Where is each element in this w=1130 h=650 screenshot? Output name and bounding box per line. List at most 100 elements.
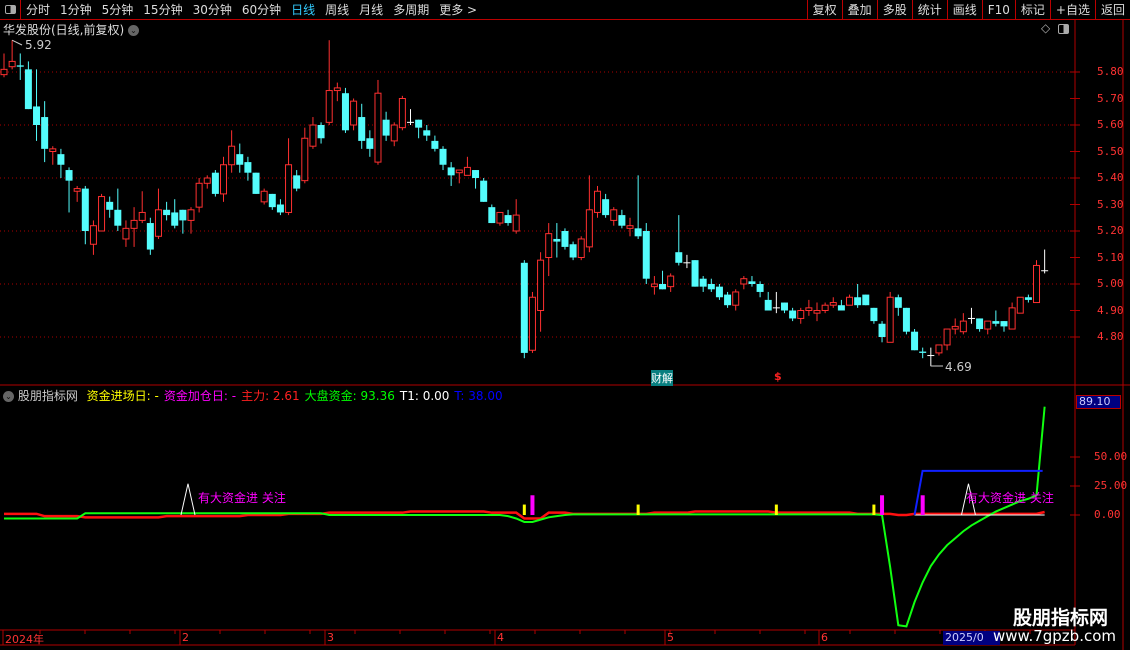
candle: [528, 291, 536, 353]
candle: [967, 307, 975, 324]
candle: [106, 196, 114, 218]
candle-body: [301, 137, 309, 182]
indicator-name[interactable]: 股朋指标网: [18, 389, 78, 403]
candle-body: [228, 145, 236, 166]
price-axis-label: 5.60: [1097, 118, 1124, 131]
candle: [1008, 302, 1016, 330]
candle-body: [618, 215, 626, 226]
candle-body: [984, 320, 992, 330]
candle-body: [553, 238, 561, 242]
chevron-down-icon[interactable]: ⌄: [3, 391, 14, 402]
candle-body: [667, 275, 675, 288]
candle-body: [24, 69, 32, 110]
time-axis-label: 2: [182, 631, 189, 644]
candle: [610, 207, 618, 226]
candle-body: [252, 172, 260, 194]
candle-body: [341, 93, 349, 131]
price-axis-label: 5.30: [1097, 197, 1124, 211]
candle-body: [106, 201, 114, 210]
candle: [520, 260, 528, 359]
entry-day-bar: [522, 504, 526, 515]
signal-text: 有大资金进 关注: [966, 491, 1054, 505]
candle-body: [398, 98, 406, 129]
candle-body: [870, 307, 878, 322]
dividend-marker[interactable]: $: [774, 370, 782, 383]
candle-body: [789, 310, 797, 319]
candle-body: [8, 60, 16, 68]
candle-body: [309, 124, 317, 147]
candle-body: [585, 209, 593, 248]
candle: [98, 193, 106, 232]
candle-body: [0, 68, 8, 76]
candle: [89, 220, 97, 255]
candle: [821, 302, 829, 314]
candle: [114, 188, 122, 231]
candle: [415, 119, 423, 139]
candle: [195, 178, 203, 213]
candle-body: [780, 302, 788, 311]
candle-body: [415, 119, 423, 128]
candle-body: [33, 106, 41, 125]
candle: [1016, 296, 1024, 314]
candle: [976, 318, 984, 332]
candle: [642, 223, 650, 284]
candle: [276, 199, 284, 216]
candle-body: [919, 351, 927, 353]
candle: [268, 193, 276, 210]
candle: [650, 276, 658, 295]
candle: [317, 122, 325, 144]
candle-body: [65, 170, 73, 181]
candle-body: [472, 170, 480, 178]
legend-item: T: 38.00: [454, 389, 503, 403]
candle-body: [447, 167, 455, 176]
candle: [667, 273, 675, 292]
candle-body: [154, 209, 162, 237]
candle-body: [122, 227, 130, 240]
watermark-url: www.7gpzb.com: [993, 627, 1116, 645]
candle: [772, 291, 780, 314]
candle-body: [317, 125, 325, 139]
candle: [187, 207, 195, 234]
candle: [309, 117, 317, 149]
candle-body: [821, 304, 829, 312]
candle: [675, 215, 683, 266]
candle: [780, 302, 788, 314]
candle-body: [520, 262, 528, 353]
candle: [423, 125, 431, 141]
candle-body: [577, 238, 585, 258]
candle: [545, 223, 553, 277]
candle-body: [203, 177, 211, 184]
price-axis-label: 5.20: [1097, 224, 1124, 237]
candle-body: [959, 320, 967, 333]
candle: [886, 291, 894, 343]
candle: [236, 143, 244, 173]
legend-item: 大盘资金: 93.36: [304, 389, 395, 403]
candle: [1041, 249, 1049, 274]
candle: [366, 130, 374, 157]
candle: [764, 291, 772, 311]
candle-body: [943, 328, 951, 346]
candle: [707, 278, 715, 292]
candle: [146, 217, 154, 255]
candle: [488, 204, 496, 224]
candle-body: [187, 209, 195, 221]
candle-body: [98, 196, 106, 232]
candle-body: [846, 296, 854, 306]
price-axis-label: 5.70: [1097, 91, 1124, 105]
candle-body: [463, 166, 471, 176]
candle: [846, 294, 854, 306]
candle: [561, 228, 569, 250]
signal-text: 有大资金进 关注: [198, 491, 286, 505]
candle-body: [496, 211, 504, 224]
price-axis-label: 5.10: [1097, 250, 1124, 264]
candle-body: [886, 296, 894, 343]
candlestick-chart[interactable]: [0, 0, 1130, 650]
financial-report-marker[interactable]: 财解: [651, 370, 673, 386]
candle: [512, 199, 520, 234]
candle-body: [244, 162, 252, 173]
candle-body: [358, 117, 366, 141]
candle: [57, 148, 65, 178]
add-day-bar: [880, 495, 885, 515]
candle: [854, 284, 862, 308]
candle-body: [894, 297, 902, 308]
